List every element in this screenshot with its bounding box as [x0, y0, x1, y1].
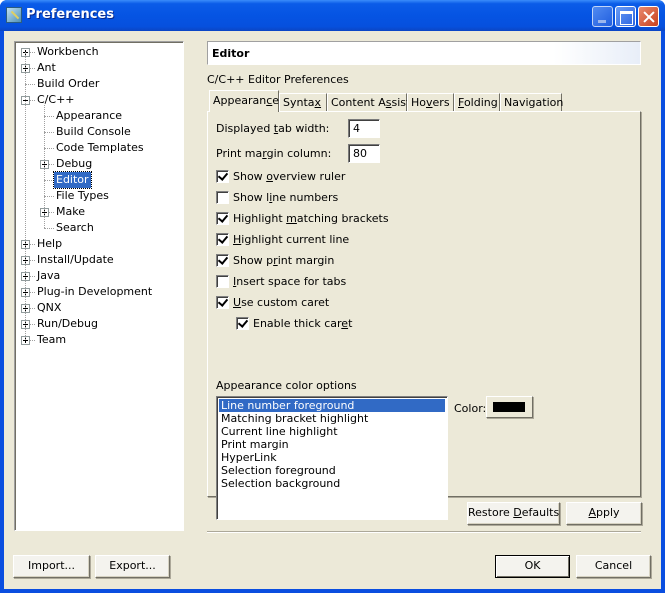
title-bar[interactable]: Preferences: [0, 0, 665, 31]
restore-defaults-button[interactable]: Restore Defaults: [467, 502, 560, 525]
checkbox-checked-icon[interactable]: [216, 233, 229, 246]
maximize-button[interactable]: [615, 6, 636, 27]
preferences-window: Preferences Workbench Ant Build Order C/C++…: [0, 0, 665, 593]
checkbox-label: Enable thick caret: [253, 317, 353, 330]
appearance-tab-panel: Displayed tab width: 4 Print margin colu…: [207, 111, 641, 520]
checkbox-label: Show print margin: [233, 254, 335, 267]
tree-item-label: C/C++: [37, 93, 75, 106]
tree-item-label: Workbench: [37, 45, 99, 58]
window-title: Preferences: [26, 7, 114, 22]
tree-root-connector: [25, 52, 26, 340]
checkbox-checked-icon[interactable]: [236, 317, 249, 330]
tree-connector: [44, 180, 54, 181]
tree-item-label: QNX: [37, 301, 62, 314]
tree-connector: [44, 132, 54, 133]
tree-connector: [25, 84, 35, 85]
tab-content-assist[interactable]: Content Assist: [327, 93, 410, 112]
tree-child-connector: [44, 105, 45, 228]
checkbox-checked-icon[interactable]: [216, 212, 229, 225]
checkbox-label: Insert space for tabs: [233, 275, 347, 288]
separator: [207, 531, 641, 533]
ok-button[interactable]: OK: [495, 555, 570, 578]
tree-item-label: Build Console: [56, 125, 131, 138]
preference-tree[interactable]: Workbench Ant Build Order C/C++ Appearance Bu…: [14, 41, 184, 531]
app-icon: [6, 7, 22, 23]
tab-hovers[interactable]: Hovers: [407, 93, 454, 112]
import-button[interactable]: Import...: [13, 555, 90, 578]
print-margin-column-input[interactable]: 80: [348, 144, 380, 163]
tree-item-label: Debug: [56, 157, 93, 170]
close-button[interactable]: [638, 6, 659, 27]
color-picker-button[interactable]: [486, 396, 533, 418]
tab-navigation[interactable]: Navigation: [500, 93, 563, 112]
tree-item-label: Editor: [53, 171, 92, 189]
checkbox-unchecked-icon[interactable]: [216, 191, 229, 204]
tree-connector: [44, 228, 54, 229]
minimize-button[interactable]: [592, 6, 613, 27]
checkbox-checked-icon[interactable]: [216, 170, 229, 183]
tree-item-label: Java: [37, 269, 61, 282]
tree-item-label: Help: [37, 237, 63, 250]
tree-item-label: Code Templates: [56, 141, 144, 154]
tree-item-label: Build Order: [37, 77, 100, 90]
tab-width-label: Displayed tab width:: [216, 122, 330, 135]
checkbox-checked-icon[interactable]: [216, 254, 229, 267]
color-option-current-line-highlight[interactable]: Current line highlight: [219, 425, 445, 438]
tree-item-label: File Types: [56, 189, 109, 202]
color-options-label: Appearance color options: [216, 379, 357, 392]
cancel-button[interactable]: Cancel: [576, 555, 651, 578]
tab-width-input[interactable]: 4: [348, 119, 380, 138]
checkbox-label: Show overview ruler: [233, 170, 346, 183]
tree-item-label: Plug-in Development: [37, 285, 153, 298]
color-option-hyperlink[interactable]: HyperLink: [219, 451, 445, 464]
tree-item-label: Search: [56, 221, 94, 234]
apply-button[interactable]: Apply: [566, 502, 642, 525]
color-option-matching-bracket-highlight[interactable]: Matching bracket highlight: [219, 412, 445, 425]
page-title: Editor: [207, 41, 641, 65]
color-label: Color:: [454, 402, 487, 415]
page-description: C/C++ Editor Preferences: [207, 73, 349, 86]
color-options-list[interactable]: Line number foreground Matching bracket h…: [216, 396, 448, 520]
checkbox-label: Use custom caret: [233, 296, 330, 309]
tab-appearance[interactable]: Appearance: [209, 90, 279, 112]
tree-connector: [44, 196, 54, 197]
color-option-selection-foreground[interactable]: Selection foreground: [219, 464, 445, 477]
print-margin-column-label: Print margin column:: [216, 147, 332, 160]
checkbox-label: Highlight matching brackets: [233, 212, 389, 225]
color-option-line-number-foreground[interactable]: Line number foreground: [219, 399, 445, 412]
tree-item-label: Team: [37, 333, 67, 346]
checkbox-label: Highlight current line: [233, 233, 350, 246]
tree-item-label: Run/Debug: [37, 317, 98, 330]
tree-item-label: Appearance: [56, 109, 123, 122]
tab-syntax[interactable]: Syntax: [279, 93, 327, 112]
tree-item-label: Install/Update: [37, 253, 114, 266]
tree-item-label: Ant: [37, 61, 56, 74]
export-button[interactable]: Export...: [95, 555, 170, 578]
dialog-client-area: Workbench Ant Build Order C/C++ Appearance Bu…: [4, 31, 661, 589]
tree-connector: [44, 116, 54, 117]
checkbox-unchecked-icon[interactable]: [216, 275, 229, 288]
color-swatch: [493, 402, 525, 412]
checkbox-label: Show line numbers: [233, 191, 339, 204]
tree-item-label: Make: [56, 205, 85, 218]
tab-folding[interactable]: Folding: [454, 93, 500, 112]
tree-connector: [44, 148, 54, 149]
checkbox-checked-icon[interactable]: [216, 296, 229, 309]
color-option-selection-background[interactable]: Selection background: [219, 477, 445, 490]
color-option-print-margin[interactable]: Print margin: [219, 438, 445, 451]
